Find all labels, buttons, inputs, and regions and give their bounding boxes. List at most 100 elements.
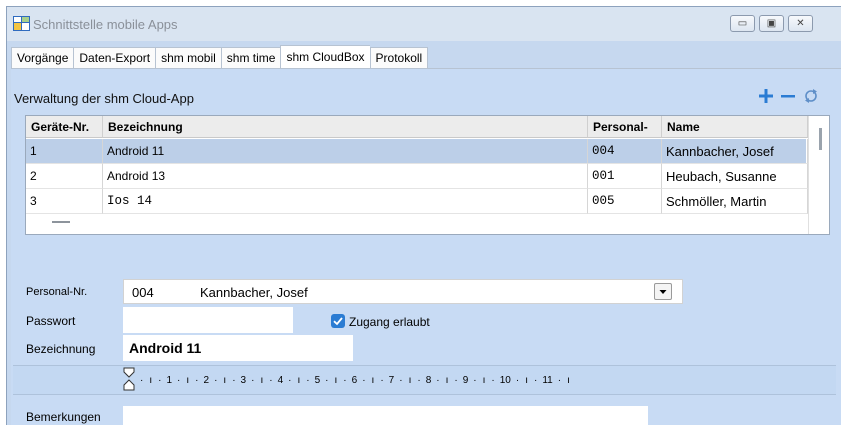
ruler-tick: ·: [306, 374, 310, 386]
ruler-number: 10: [499, 374, 511, 386]
ruler-tick: ı: [149, 374, 153, 386]
ruler-tick: ·: [417, 374, 421, 386]
ruler-tick: ·: [534, 374, 538, 386]
cell-geraete-nr: 1: [26, 139, 103, 164]
ruler-number: 6: [351, 374, 358, 386]
minimize-button[interactable]: ▭: [730, 15, 755, 32]
ruler-tick: ı: [567, 374, 570, 386]
ruler-tick: ·: [557, 374, 562, 386]
ruler-tick: ı: [260, 374, 264, 386]
cell-bezeichnung: Ios 14: [103, 189, 588, 214]
cell-bezeichnung: Android 13: [103, 164, 588, 189]
bezeichnung-value: Android 11: [129, 340, 202, 356]
ruler-tick: ·: [399, 374, 403, 386]
ruler-tick: ·: [380, 374, 384, 386]
zugang-checkbox[interactable]: [331, 314, 345, 328]
ruler-scale[interactable]: · ı · 1 · ı · 2 · ı · 3 · ı · 4 · ı · 5 · ı · 6 · ı · 7 · ı · 8 · ı · 9 · ı · 1…: [123, 366, 653, 392]
ruler-tick: ·: [140, 374, 144, 386]
ruler-tick: ı: [297, 374, 301, 386]
column-header-geraete-nr[interactable]: Geräte-Nr.: [26, 116, 103, 138]
ruler-number: 9: [462, 374, 469, 386]
checkbox-checked-icon: [333, 317, 343, 326]
passwort-input[interactable]: [123, 307, 293, 333]
ruler-tick: ·: [177, 374, 181, 386]
ruler-tick: ·: [232, 374, 236, 386]
ruler-tick: ı: [482, 374, 486, 386]
remove-icon[interactable]: [780, 88, 796, 104]
ruler-tick: ı: [445, 374, 449, 386]
personal-nr-value: 004: [132, 285, 154, 300]
section-title: Verwaltung der shm Cloud-App: [14, 91, 194, 106]
tab-vorgaenge[interactable]: Vorgänge: [11, 47, 74, 69]
dropdown-button[interactable]: [654, 283, 672, 300]
bemerkungen-input[interactable]: [123, 406, 648, 425]
personal-nr-select[interactable]: 004 Kannbacher, Josef: [123, 279, 683, 304]
ruler-number: 7: [388, 374, 395, 386]
ruler-tick: ı: [223, 374, 227, 386]
ruler-tick: ·: [251, 374, 255, 386]
personal-nr-label: Personal-Nr.: [26, 286, 88, 298]
cell-name: Schmöller, Martin: [662, 189, 808, 214]
tab-shm-cloudbox[interactable]: shm CloudBox: [280, 45, 370, 68]
maximize-icon: ▣: [766, 18, 777, 29]
cell-geraete-nr: 3: [26, 189, 103, 214]
ruler-tick: ·: [491, 374, 495, 386]
cell-name: Heubach, Susanne: [662, 164, 808, 189]
tab-daten-export[interactable]: Daten-Export: [73, 47, 156, 69]
ruler-tick: ı: [371, 374, 375, 386]
scrollbar-thumb[interactable]: [819, 128, 822, 150]
tab-shm-mobil[interactable]: shm mobil: [155, 47, 221, 69]
maximize-button[interactable]: ▣: [759, 15, 784, 32]
table-row[interactable]: 2 Android 13 001 Heubach, Susanne: [26, 164, 808, 189]
table-row[interactable]: 3 Ios 14 005 Schmöller, Martin: [26, 189, 808, 214]
close-button[interactable]: ✕: [788, 15, 813, 32]
cell-bezeichnung: Android 11: [103, 139, 588, 164]
horizontal-scrollbar-thumb[interactable]: [52, 221, 70, 223]
column-header-name[interactable]: Name: [662, 116, 808, 138]
ruler-tick: ·: [269, 374, 273, 386]
ruler-tick: ·: [214, 374, 218, 386]
ruler-tick: ı: [408, 374, 412, 386]
table-row[interactable]: 1 Android 11 004 Kannbacher, Josef: [26, 139, 808, 164]
cell-personal: 004: [588, 139, 662, 164]
ruler-tick: ı: [334, 374, 338, 386]
ruler-indent-marker[interactable]: [123, 367, 135, 391]
bezeichnung-input[interactable]: Android 11: [123, 335, 353, 361]
ruler-tick: ·: [158, 374, 162, 386]
title-bar: Schnittstelle mobile Apps ▭ ▣ ✕: [7, 7, 841, 41]
dropdown-arrow-icon: [659, 290, 667, 294]
tab-shm-time[interactable]: shm time: [220, 47, 281, 69]
ruler-tick: ·: [473, 374, 477, 386]
ruler-tick: ·: [288, 374, 292, 386]
column-header-bezeichnung[interactable]: Bezeichnung: [103, 116, 588, 138]
ruler-tick: ·: [343, 374, 347, 386]
cell-personal: 005: [588, 189, 662, 214]
cell-geraete-nr: 2: [26, 164, 103, 189]
ruler-number: 5: [314, 374, 321, 386]
ruler-number: 1: [166, 374, 173, 386]
close-icon: ✕: [796, 18, 805, 29]
app-icon: [13, 16, 30, 31]
window-title: Schnittstelle mobile Apps: [33, 17, 178, 32]
ruler-number: 2: [203, 374, 210, 386]
cell-name: Kannbacher, Josef: [662, 139, 808, 164]
vertical-scrollbar[interactable]: [808, 116, 829, 234]
ruler-ticks: · ı · 1 · ı · 2 · ı · 3 · ı · 4 · ı · 5 · ı · 6 · ı · 7 · ı · 8 · ı · 9 · ı · 1…: [137, 373, 573, 387]
ruler-tick: ·: [195, 374, 199, 386]
ruler-number: 3: [240, 374, 247, 386]
cell-personal: 001: [588, 164, 662, 189]
bezeichnung-label: Bezeichnung: [26, 342, 96, 356]
ruler-number: 8: [425, 374, 432, 386]
tab-protokoll[interactable]: Protokoll: [369, 47, 429, 69]
passwort-label: Passwort: [26, 314, 76, 328]
minimize-icon: ▭: [737, 18, 748, 29]
add-icon[interactable]: [758, 88, 774, 104]
column-header-personal[interactable]: Personal-: [588, 116, 662, 138]
ruler-tick: ·: [362, 374, 366, 386]
tab-bar: Vorgänge Daten-Export shm mobil shm time…: [11, 45, 429, 69]
zugang-label: Zugang erlaubt: [349, 315, 430, 329]
ruler-number: 11: [542, 374, 553, 386]
bemerkungen-label: Bemerkungen: [26, 410, 101, 424]
refresh-icon[interactable]: [803, 88, 819, 104]
ruler-tick: ·: [454, 374, 458, 386]
